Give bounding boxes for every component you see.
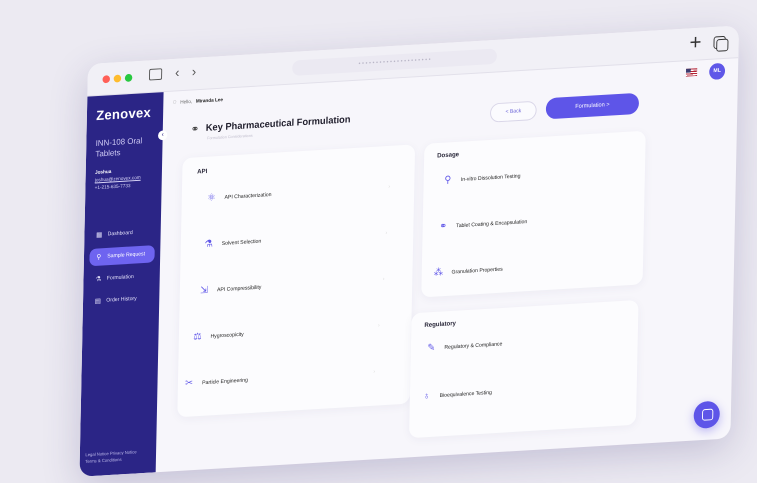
list-item-label: Solvent Selection bbox=[221, 238, 262, 247]
formulation-button[interactable]: Formulation > bbox=[545, 92, 640, 120]
certificate-icon: ✎ bbox=[427, 342, 436, 354]
sidebar-item-label: Formulation bbox=[106, 274, 134, 282]
us-flag-icon[interactable] bbox=[685, 68, 698, 77]
chat-bubble-icon: ◌ bbox=[172, 99, 177, 106]
list-item-regulatory-compliance[interactable]: ✎ Regulatory & Compliance bbox=[426, 339, 503, 354]
contact-card: Joshua joshua@zenovex.com +1-215-635-773… bbox=[95, 166, 153, 192]
granules-icon: ⁂ bbox=[433, 267, 444, 279]
pill-icon: ⚭ bbox=[190, 123, 200, 136]
list-item-tablet-coating[interactable]: ⚭ Tablet Coating & Encapsulation bbox=[437, 216, 527, 232]
app-logo[interactable]: Zenovex bbox=[96, 104, 154, 123]
beaker-icon: ⚗ bbox=[204, 238, 213, 250]
browser-forward-icon[interactable]: › bbox=[192, 63, 197, 79]
list-item-label: Hygroscopicity bbox=[210, 331, 244, 340]
tools-icon: ✂ bbox=[185, 378, 194, 390]
list-item-api-compressibility[interactable]: ⇲ API Compressibility bbox=[198, 282, 261, 296]
browser-window: ‹ › • • • • • • • • • • • • • • • • • • … bbox=[79, 25, 739, 477]
sidebar: Zenovex ‹ INN-108 Oral Tablets Joshua jo… bbox=[79, 92, 168, 477]
sidebar-toggle-icon[interactable] bbox=[148, 68, 163, 81]
scale-icon: ⚖ bbox=[193, 331, 202, 343]
compress-icon: ⇲ bbox=[200, 285, 209, 297]
list-item-in-vitro-dissolution[interactable]: ⚲ In-vitro Dissolution Testing bbox=[442, 171, 520, 186]
sidebar-item-order-history[interactable]: ▤ Order History bbox=[88, 289, 153, 310]
chevron-right-icon: › bbox=[388, 184, 391, 191]
page-header: ⚭ Key Pharmaceutical Formulation bbox=[191, 114, 351, 136]
list-item-label: Tablet Coating & Encapsulation bbox=[456, 218, 528, 229]
grid-icon: ▦ bbox=[96, 231, 103, 239]
list-item-label: Granulation Properties bbox=[451, 266, 503, 276]
list-item-label: Particle Engineering bbox=[202, 377, 248, 386]
bottle-icon: ♁ bbox=[423, 390, 431, 402]
tab-overview-icon[interactable] bbox=[713, 35, 726, 50]
sidebar-item-label: Order History bbox=[106, 296, 137, 304]
list-item-label: Bioequivalence Testing bbox=[439, 389, 492, 399]
greeting: ◌ Hello, Miranda Lee bbox=[173, 96, 224, 106]
list-item-label: API Compressibility bbox=[216, 284, 262, 293]
list-item-label: Regulatory & Compliance bbox=[444, 341, 503, 351]
minimize-window-button[interactable] bbox=[113, 74, 122, 83]
close-window-button[interactable] bbox=[102, 75, 111, 84]
molecule-icon: ⚛ bbox=[207, 192, 216, 204]
maximize-window-button[interactable] bbox=[124, 73, 133, 82]
chat-support-button[interactable] bbox=[693, 400, 721, 429]
back-button[interactable]: < Back bbox=[489, 100, 537, 123]
chevron-right-icon: › bbox=[382, 276, 385, 283]
main-content: ◌ Hello, Miranda Lee ML ⚭ Key Pharmaceut… bbox=[156, 58, 739, 472]
api-heading: API bbox=[197, 168, 208, 176]
legal-links: Legal Notice Privacy Notice Terms & Cond… bbox=[85, 448, 136, 464]
address-bar-text: • • • • • • • • • • • • • • • • • • • • … bbox=[358, 57, 431, 68]
address-bar[interactable]: • • • • • • • • • • • • • • • • • • • • … bbox=[292, 48, 498, 76]
document-icon: ▤ bbox=[94, 298, 102, 306]
screenshot-stage: ‹ › • • • • • • • • • • • • • • • • • • … bbox=[0, 0, 757, 483]
list-item-api-characterization[interactable]: ⚛ API Characterization bbox=[206, 189, 272, 204]
chevron-right-icon: › bbox=[385, 230, 388, 237]
capsule-icon: ⚭ bbox=[439, 221, 448, 233]
regulatory-panel: Regulatory ✎ Regulatory & Compliance ♁ B… bbox=[409, 299, 639, 439]
browser-back-icon[interactable]: ‹ bbox=[175, 64, 180, 80]
sidebar-item-sample-request[interactable]: ⚲ Sample Request bbox=[89, 245, 155, 267]
list-item-hygroscopicity[interactable]: ⚖ Hygroscopicity bbox=[192, 329, 244, 343]
link-icon: ⚲ bbox=[96, 254, 102, 262]
user-name: Miranda Lee bbox=[195, 96, 224, 105]
list-item-particle-engineering[interactable]: ✂ Particle Engineering bbox=[183, 375, 248, 389]
new-tab-icon[interactable]: + bbox=[689, 30, 701, 56]
avatar[interactable]: ML bbox=[709, 62, 726, 81]
sidebar-item-label: Sample Request bbox=[107, 251, 146, 260]
list-item-granulation-properties[interactable]: ⁂ Granulation Properties bbox=[433, 264, 503, 279]
product-name: INN-108 Oral Tablets bbox=[95, 135, 143, 159]
sidebar-item-formulation[interactable]: ⚗ Formulation bbox=[89, 267, 154, 288]
sidebar-item-dashboard[interactable]: ▦ Dashboard bbox=[90, 223, 155, 244]
dosage-panel: Dosage ⚲ In-vitro Dissolution Testing ⚭ … bbox=[421, 130, 646, 298]
flask-icon: ⚗ bbox=[95, 276, 102, 284]
chevron-right-icon: › bbox=[377, 322, 380, 329]
greeting-label: Hello, bbox=[180, 98, 193, 106]
list-item-bioequivalence-testing[interactable]: ♁ Bioequivalence Testing bbox=[421, 387, 492, 402]
test-tube-icon: ⚲ bbox=[444, 174, 452, 186]
list-item-solvent-selection[interactable]: ⚗ Solvent Selection bbox=[203, 236, 261, 250]
list-item-label: API Characterization bbox=[224, 191, 272, 201]
dosage-heading: Dosage bbox=[437, 151, 460, 160]
page-title: Key Pharmaceutical Formulation bbox=[205, 114, 351, 134]
sidebar-item-label: Dashboard bbox=[107, 230, 133, 238]
regulatory-heading: Regulatory bbox=[424, 320, 457, 329]
list-item-label: In-vitro Dissolution Testing bbox=[460, 173, 521, 183]
chevron-right-icon: › bbox=[373, 369, 376, 376]
api-panel: API ⚛ API Characterization ⚗ Solvent Sel… bbox=[177, 144, 416, 418]
